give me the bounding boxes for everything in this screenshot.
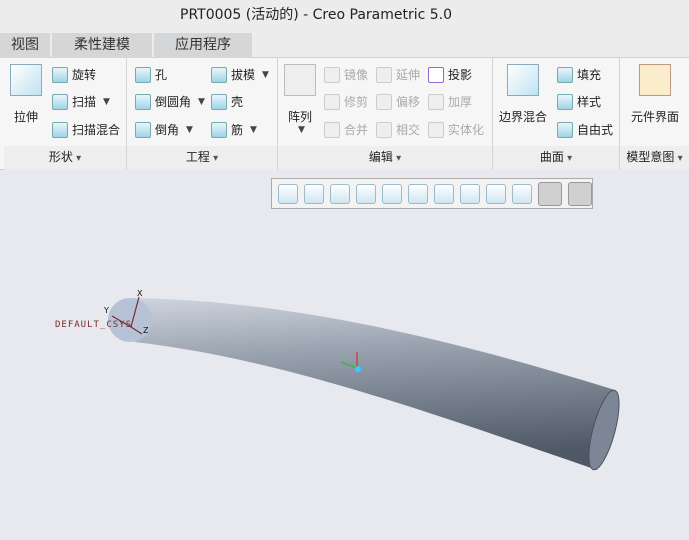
csys-axis-y: Y (103, 306, 109, 315)
swept-tube-body (130, 298, 615, 470)
model-viewport[interactable]: X Y Z (0, 0, 689, 540)
csys-axis-z: Z (143, 326, 149, 335)
csys-axis-x: X (137, 289, 143, 298)
csys-label: DEFAULT_CSYS (55, 320, 133, 330)
